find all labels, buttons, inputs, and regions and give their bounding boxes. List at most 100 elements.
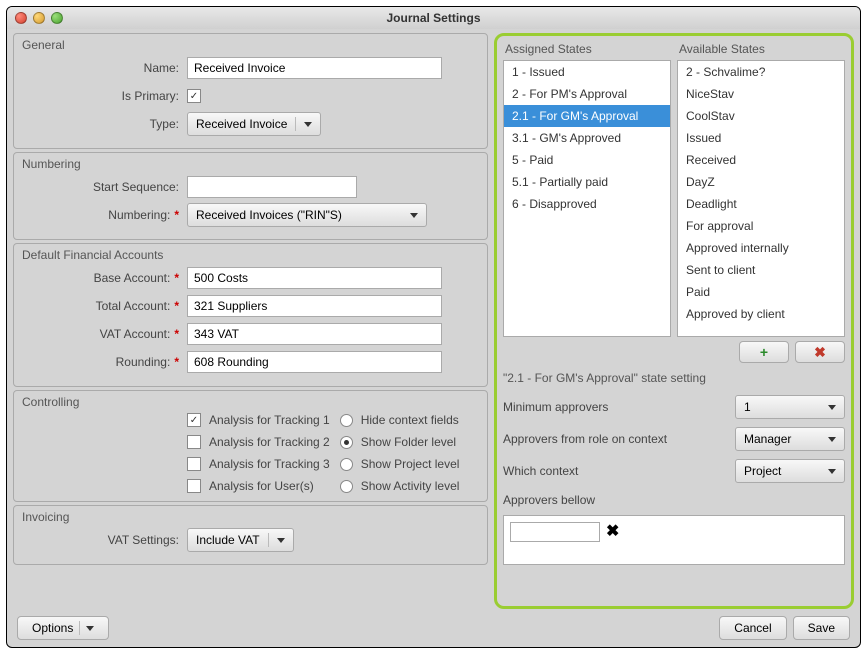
label-tracking2: Analysis for Tracking 2 xyxy=(209,435,330,449)
radio-show-activity[interactable]: Show Activity level xyxy=(340,479,460,493)
available-state-item[interactable]: For approval xyxy=(678,215,844,237)
available-state-item[interactable]: CoolStav xyxy=(678,105,844,127)
chevron-down-icon xyxy=(828,469,836,474)
label-type: Type: xyxy=(22,117,187,131)
save-button[interactable]: Save xyxy=(793,616,850,640)
approvers-role-select[interactable]: Manager xyxy=(735,427,845,451)
total-account-input[interactable] xyxy=(187,295,442,317)
label-approvers-role: Approvers from role on context xyxy=(503,432,735,446)
assigned-states-title: Assigned States xyxy=(503,42,671,56)
titlebar: Journal Settings xyxy=(7,7,860,29)
label-total-account: Total Account:* xyxy=(22,299,187,313)
label-show-activity: Show Activity level xyxy=(361,479,460,493)
label-which-context: Which context xyxy=(503,464,735,478)
group-title-general: General xyxy=(22,38,479,52)
group-numbering: Numbering Start Sequence: Numbering:* Re… xyxy=(13,152,488,240)
available-state-item[interactable]: Approved internally xyxy=(678,237,844,259)
available-state-item[interactable]: DayZ xyxy=(678,171,844,193)
add-state-button[interactable]: + xyxy=(739,341,789,363)
type-select-value: Received Invoice xyxy=(196,117,287,131)
which-context-value: Project xyxy=(744,464,781,478)
group-controlling: Controlling ✓Analysis for Tracking 1 Ana… xyxy=(13,390,488,502)
which-context-select[interactable]: Project xyxy=(735,459,845,483)
window-maximize-button[interactable] xyxy=(51,12,63,24)
plus-icon: + xyxy=(760,344,768,360)
vat-settings-value: Include VAT xyxy=(196,533,260,547)
chevron-down-icon xyxy=(304,122,312,127)
window-minimize-button[interactable] xyxy=(33,12,45,24)
states-panel: Assigned States 1 - Issued2 - For PM's A… xyxy=(494,33,854,609)
label-tracking3: Analysis for Tracking 3 xyxy=(209,457,330,471)
is-primary-checkbox[interactable]: ✓ xyxy=(187,89,201,103)
label-start-sequence: Start Sequence: xyxy=(22,180,187,194)
label-name: Name: xyxy=(22,61,187,75)
available-state-item[interactable]: NiceStav xyxy=(678,83,844,105)
checkbox-tracking3[interactable]: Analysis for Tracking 3 xyxy=(187,457,330,471)
chevron-down-icon xyxy=(410,213,418,218)
group-title-numbering: Numbering xyxy=(22,157,479,171)
assigned-state-item[interactable]: 6 - Disapproved xyxy=(504,193,670,215)
label-show-folder: Show Folder level xyxy=(361,435,456,449)
vat-settings-select[interactable]: Include VAT xyxy=(187,528,294,552)
available-state-item[interactable]: Issued xyxy=(678,127,844,149)
footer: Options Cancel Save xyxy=(7,609,860,647)
available-state-item[interactable]: Approved by client xyxy=(678,303,844,325)
assigned-state-item[interactable]: 2.1 - For GM's Approval xyxy=(504,105,670,127)
assigned-state-item[interactable]: 3.1 - GM's Approved xyxy=(504,127,670,149)
available-state-item[interactable]: Sent to client xyxy=(678,259,844,281)
label-hide-context: Hide context fields xyxy=(361,413,459,427)
base-account-input[interactable] xyxy=(187,267,442,289)
approvers-bellow-box: ✖ xyxy=(503,515,845,565)
approver-input[interactable] xyxy=(510,522,600,542)
min-approvers-select[interactable]: 1 xyxy=(735,395,845,419)
label-tracking1: Analysis for Tracking 1 xyxy=(209,413,330,427)
remove-state-button[interactable]: ✖ xyxy=(795,341,845,363)
available-state-item[interactable]: Received xyxy=(678,149,844,171)
assigned-state-item[interactable]: 1 - Issued xyxy=(504,61,670,83)
available-state-item[interactable]: Paid xyxy=(678,281,844,303)
available-states-list[interactable]: 2 - Schvalime?NiceStavCoolStavIssuedRece… xyxy=(677,60,845,337)
label-is-primary: Is Primary: xyxy=(22,89,187,103)
assigned-states-list[interactable]: 1 - Issued2 - For PM's Approval2.1 - For… xyxy=(503,60,671,337)
rounding-input[interactable] xyxy=(187,351,442,373)
start-sequence-input[interactable] xyxy=(187,176,357,198)
radio-show-folder[interactable]: Show Folder level xyxy=(340,435,460,449)
remove-approver-icon[interactable]: ✖ xyxy=(606,522,619,542)
available-state-item[interactable]: Deadlight xyxy=(678,193,844,215)
label-show-project: Show Project level xyxy=(361,457,460,471)
label-vat-settings: VAT Settings: xyxy=(22,533,187,547)
cancel-button[interactable]: Cancel xyxy=(719,616,786,640)
group-general: General Name: Is Primary: ✓ Type: Receiv… xyxy=(13,33,488,149)
available-state-item[interactable]: 2 - Schvalime? xyxy=(678,61,844,83)
window-close-button[interactable] xyxy=(15,12,27,24)
window: Journal Settings General Name: Is Primar… xyxy=(6,6,861,648)
assigned-state-item[interactable]: 5 - Paid xyxy=(504,149,670,171)
available-states-title: Available States xyxy=(677,42,845,56)
chevron-down-icon xyxy=(86,626,94,631)
radio-hide-context[interactable]: Hide context fields xyxy=(340,413,460,427)
x-icon: ✖ xyxy=(814,344,826,361)
assigned-state-item[interactable]: 5.1 - Partially paid xyxy=(504,171,670,193)
checkbox-tracking1[interactable]: ✓Analysis for Tracking 1 xyxy=(187,413,330,427)
chevron-down-icon xyxy=(828,437,836,442)
label-users: Analysis for User(s) xyxy=(209,479,314,493)
chevron-down-icon xyxy=(828,405,836,410)
checkbox-tracking2[interactable]: Analysis for Tracking 2 xyxy=(187,435,330,449)
group-invoicing: Invoicing VAT Settings: Include VAT xyxy=(13,505,488,565)
min-approvers-value: 1 xyxy=(744,400,751,414)
radio-show-project[interactable]: Show Project level xyxy=(340,457,460,471)
label-vat-account: VAT Account:* xyxy=(22,327,187,341)
group-title-accounts: Default Financial Accounts xyxy=(22,248,479,262)
options-label: Options xyxy=(32,621,73,635)
type-select[interactable]: Received Invoice xyxy=(187,112,321,136)
chevron-down-icon xyxy=(277,538,285,543)
group-title-invoicing: Invoicing xyxy=(22,510,479,524)
label-min-approvers: Minimum approvers xyxy=(503,400,735,414)
required-marker: * xyxy=(174,208,179,222)
options-button[interactable]: Options xyxy=(17,616,109,640)
checkbox-users[interactable]: Analysis for User(s) xyxy=(187,479,330,493)
name-input[interactable] xyxy=(187,57,442,79)
vat-account-input[interactable] xyxy=(187,323,442,345)
assigned-state-item[interactable]: 2 - For PM's Approval xyxy=(504,83,670,105)
numbering-select[interactable]: Received Invoices ("RIN"S) xyxy=(187,203,427,227)
